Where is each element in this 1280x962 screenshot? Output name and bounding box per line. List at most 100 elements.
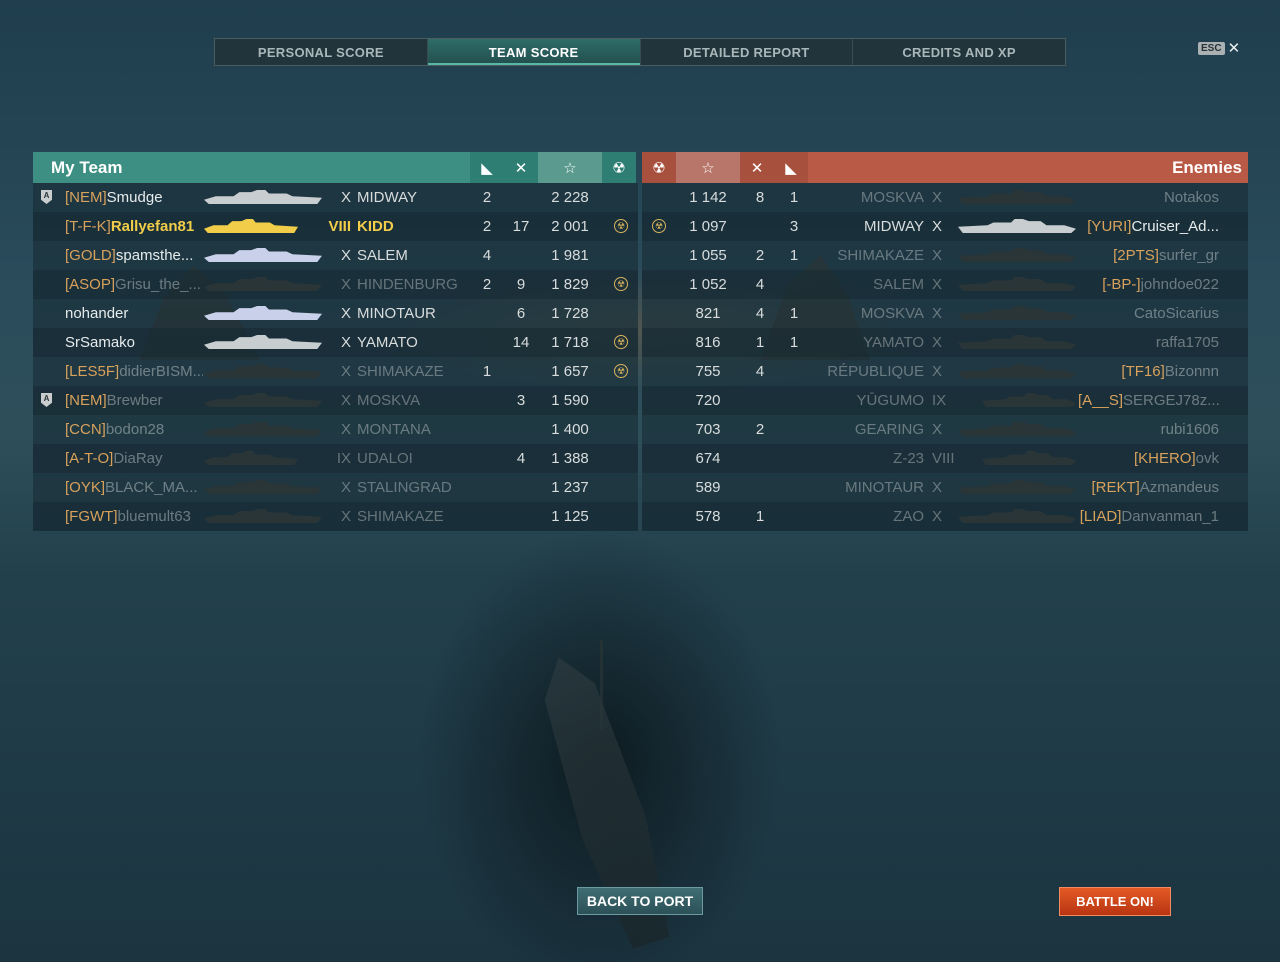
table-row[interactable]: A [NEM]Brewber X MOSKVA 3 1 590 [33,386,638,415]
table-row[interactable]: [T-F-K]Rallyefan81 VIII KIDD 2 17 2 001 ☢ [33,212,638,241]
ship-name: MIDWAY [864,218,924,235]
ship-tier: VIII [932,450,955,467]
ships-destroyed [504,502,538,531]
table-row[interactable]: 816 1 1 YAMATO Xraffa1705 [642,328,1248,357]
ship-class-icon [958,219,1076,233]
table-row[interactable]: [A-T-O]DiaRay IX UDALOI 4 1 388 [33,444,638,473]
tab-detailed-report[interactable]: DETAILED REPORT [641,39,854,65]
base-experience: 1 237 [551,479,589,496]
clan-tag: [-BP-] [1102,276,1141,293]
ships-destroyed [743,473,777,502]
player-name: Danvanman_1 [1121,508,1219,525]
ships-destroyed [504,357,538,386]
player-name: Brewber [106,392,163,409]
table-row[interactable]: 703 2 GEARING Xrubi1606 [642,415,1248,444]
player-name: bodon28 [105,421,165,438]
ship-tier: X [340,508,351,525]
close-button[interactable]: ESC ✕ [1198,39,1241,57]
table-row[interactable]: ☢ 1 097 3 MIDWAY X [YURI]Cruiser_Ad... [642,212,1248,241]
ship-class-icon [958,509,1076,523]
table-row[interactable]: [OYK]BLACK_MA... X STALINGRAD 1 237 [33,473,638,502]
player-name-cell: [LES5F]didierBISM... [65,357,203,386]
ship-tier: X [340,392,351,409]
ships-destroyed: 2 [755,421,765,438]
ship-class-icon [958,306,1076,320]
table-row[interactable]: [FGWT]bluemult63 X SHIMAKAZE 1 125 [33,502,638,531]
table-row[interactable]: SrSamako X YAMATO 14 1 718 ☢ [33,328,638,357]
ship-name: MOSKVA [860,189,924,206]
ship-class-icon [204,248,322,262]
planes-destroyed [777,357,811,386]
planes-destroyed: 4 [482,247,492,264]
ship-tier: X [340,305,351,322]
ship-name: YŪGUMO [856,392,925,409]
player-name: CatoSicarius [1133,305,1219,322]
player-name: bluemult63 [117,508,191,525]
ship-name: GEARING [854,421,924,438]
ship-tier: X [340,247,351,264]
ship-class-icon [958,335,1076,349]
ship-tier: IX [336,450,351,467]
table-row[interactable]: 674 Z-23 VIII [KHERO]ovk [642,444,1248,473]
table-row[interactable]: 1 052 4 SALEM X [-BP-]johndoe022 [642,270,1248,299]
ship-class-icon [204,393,322,407]
planes-destroyed [470,415,504,444]
ships-destroyed: 4 [755,276,765,293]
ship-class-icon [204,219,298,233]
table-row[interactable]: [CCN]bodon28 X MONTANA 1 400 [33,415,638,444]
ship-name: RÉPUBLIQUE [827,363,924,380]
medal-icon[interactable]: ☢ [642,152,676,183]
my-team-header: My Team ◣ ✕ ☆ ☢ [33,152,638,183]
clan-tag: [NEM] [65,189,107,206]
player-name-cell: raffa1705 [1078,328,1219,357]
battle-on-button[interactable]: BATTLE ON! [1059,887,1171,916]
ships-destroyed: 4 [755,305,765,322]
ships-destroyed: 8 [755,189,765,206]
clan-tag: [OYK] [65,479,106,496]
star-icon[interactable]: ☆ [538,152,602,183]
ships-destroyed [743,212,777,241]
close-icon: ✕ [1227,39,1241,57]
tab-team-score[interactable]: TEAM SCORE [427,39,641,65]
ship-tier: X [932,334,943,351]
player-name: SrSamako [65,334,136,351]
table-row[interactable]: 821 4 1 MOSKVA X CatoSicarius [642,299,1248,328]
medal-icon[interactable]: ☢ [602,152,636,183]
ship-class-icon [204,277,322,291]
back-to-port-button[interactable]: BACK TO PORT [577,887,703,915]
tab-credits-and-xp[interactable]: CREDITS AND XP [853,39,1065,65]
table-row[interactable]: 1 142 8 1 MOSKVA X Notakos [642,183,1248,212]
my-team-rows: A [NEM]Smudge X MIDWAY 2 2 228 [T-F-K]Rallyefa… [33,183,638,531]
ship-name: SHIMAKAZE [357,363,444,380]
table-row[interactable]: A [NEM]Smudge X MIDWAY 2 2 228 [33,183,638,212]
ships-destroyed-icon[interactable]: ✕ [504,152,538,183]
planes-destroyed-icon[interactable]: ◣ [774,152,808,183]
player-name: raffa1705 [1155,334,1219,351]
ship-class-icon [204,306,322,320]
ships-destroyed-icon[interactable]: ✕ [740,152,774,183]
ships-destroyed [504,241,538,270]
player-name-cell: CatoSicarius [1078,299,1219,328]
table-row[interactable]: [ASOP]Grisu_the_... X HINDENBURG 2 9 1 829 ☢ [33,270,638,299]
ships-destroyed: 2 [755,247,765,264]
table-row[interactable]: nohander X MINOTAUR 6 1 728 [33,299,638,328]
star-icon[interactable]: ☆ [676,152,740,183]
ships-destroyed [743,386,777,415]
table-row[interactable]: 589 MINOTAUR X [REKT]Azmandeus [642,473,1248,502]
table-row[interactable]: 720 YŪGUMO IX [A__S]SERGEJ78z... [642,386,1248,415]
player-name: SERGEJ78z... [1123,392,1219,409]
table-row[interactable]: [LES5F]didierBISM... X SHIMAKAZE 1 1 657 ☢ [33,357,638,386]
table-row[interactable]: 755 4 RÉPUBLIQUE X [TF16]Bizonnn [642,357,1248,386]
planes-destroyed-icon[interactable]: ◣ [470,152,504,183]
tab-personal-score[interactable]: PERSONAL SCORE [215,39,428,65]
player-name: Grisu_the_... [115,276,201,293]
ship-name: MIDWAY [357,189,417,206]
player-name-cell: [NEM]Smudge [65,183,203,212]
table-row[interactable]: 578 1 ZAO X [LIAD]Danvanman_1 [642,502,1248,531]
table-row[interactable]: 1 055 2 1 SHIMAKAZE X [2PTS]surfer_gr [642,241,1248,270]
planes-destroyed: 1 [789,305,799,322]
ships-destroyed: 9 [516,276,526,293]
ship-class-icon [958,277,1076,291]
table-row[interactable]: [GOLD]spamsthe... X SALEM 4 1 981 [33,241,638,270]
clan-tag: [2PTS] [1113,247,1159,264]
